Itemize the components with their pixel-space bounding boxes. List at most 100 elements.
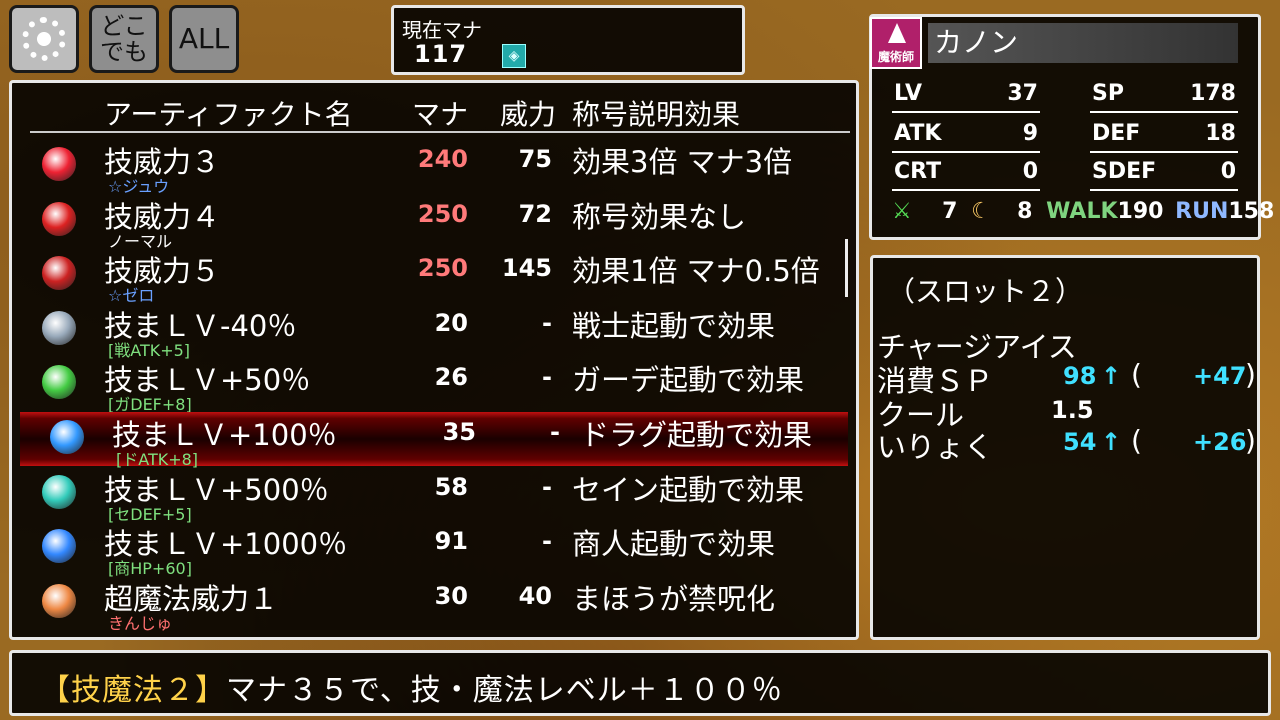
- artifact-power: -: [550, 418, 560, 446]
- artifact-effect: 商人起動で効果: [572, 527, 776, 562]
- artifact-power: -: [542, 527, 552, 556]
- artifact-power: -: [542, 472, 552, 501]
- anywhere-button[interactable]: どこでも: [89, 5, 159, 73]
- all-button[interactable]: ALL: [169, 5, 239, 73]
- artifact-power: -: [542, 363, 552, 392]
- artifact-list-panel: アーティファクト名 マナ 威力 称号説明効果 技威力３ ☆ジュウ 240 75 効果3倍…: [9, 80, 859, 640]
- artifact-power: 145: [501, 254, 552, 283]
- job-label: 魔術師: [877, 50, 914, 64]
- divider: [892, 151, 1040, 153]
- artifact-power: 72: [518, 199, 552, 228]
- artifact-mana: 240: [417, 145, 468, 173]
- header-divider: [30, 131, 850, 133]
- sp-cost-value: 98: [1063, 362, 1097, 390]
- run-label: RUN: [1175, 199, 1229, 224]
- artifact-effect: 称号効果なし: [572, 199, 747, 234]
- walk-label: WALK: [1046, 199, 1118, 224]
- cooldown-value: 1.5: [1051, 396, 1094, 424]
- sdef-value: 0: [1220, 159, 1236, 184]
- power-label: いりょく: [877, 430, 994, 464]
- blue-gem-ring-icon: [50, 420, 84, 454]
- divider: [1090, 111, 1238, 113]
- sp-value: 178: [1190, 81, 1236, 106]
- header-name: アーティファクト名: [104, 98, 353, 131]
- paren-close: ): [1245, 424, 1256, 457]
- artifact-mana: 250: [417, 199, 468, 228]
- gem-ring-icon: [42, 365, 76, 400]
- sdef-label: SDEF: [1092, 159, 1157, 184]
- header-power: 威力: [500, 98, 557, 131]
- description-body: マナ３５で、技・魔法レベル＋１００％: [226, 673, 783, 708]
- header-mana: マナ: [412, 98, 469, 131]
- mana-value: 117: [414, 40, 468, 68]
- sp-cost-row: 消費ＳＰ 98 ↑ ( +47 ): [877, 358, 1257, 398]
- atk-value: 9: [1022, 121, 1038, 146]
- gold-sapphire-ring-icon: [42, 529, 76, 564]
- artifact-effect: ドラグ起動で効果: [580, 418, 813, 452]
- crt-value: 0: [1022, 159, 1038, 184]
- settings-button[interactable]: [9, 5, 79, 73]
- up-arrow-icon: ↑: [1101, 362, 1122, 390]
- crt-label: CRT: [894, 159, 942, 184]
- power-value: 54: [1063, 428, 1097, 456]
- artifact-effect: 効果1倍 マナ0.5倍: [572, 254, 820, 289]
- anywhere-label: どこでも: [100, 11, 148, 66]
- header-effect: 称号説明効果: [572, 98, 741, 131]
- artifact-effect: 戦士起動で効果: [572, 308, 776, 343]
- artifact-power: 75: [518, 145, 552, 173]
- plant-monster-icon: [42, 147, 76, 181]
- artifact-effect: まほうが禁呪化: [572, 581, 776, 616]
- artifact-mana: 20: [434, 308, 468, 337]
- artifact-effect: セイン起動で効果: [572, 472, 805, 507]
- current-mana-panel: 現在マナ 117 ◈: [391, 5, 745, 75]
- sp-cost-diff: +47: [1193, 362, 1247, 390]
- magic-value: 8: [1017, 199, 1033, 224]
- power-diff: +26: [1193, 428, 1247, 456]
- walk-value: 190: [1117, 199, 1164, 224]
- divider: [1090, 151, 1238, 153]
- artifact-row[interactable]: 技威力４ ノーマル 250 72 称号効果なし: [12, 194, 852, 251]
- description-prefix: 【技魔法２】: [40, 673, 226, 708]
- divider: [892, 189, 1040, 191]
- character-stats-panel: 魔術師 カノン LV 37 SP 178 ATK 9 DEF 18 CRT 0 …: [869, 14, 1274, 240]
- artifact-row[interactable]: 技威力５ ☆ゼロ 250 145 効果1倍 マナ0.5倍: [12, 248, 852, 305]
- gold-gem-ring-icon: [42, 474, 76, 509]
- spellbook-icon: [42, 583, 76, 618]
- artifact-row[interactable]: 技威力３ ☆ジュウ 240 75 効果3倍 マナ3倍: [12, 139, 852, 196]
- slot-title: （スロット２）: [887, 275, 1084, 308]
- sword-icon: ⚔: [892, 199, 912, 224]
- artifact-effect: 効果3倍 マナ3倍: [572, 145, 793, 179]
- run-value: 158: [1228, 199, 1275, 224]
- skill-slot-panel: （スロット２） チャージアイス 消費ＳＰ 98 ↑ ( +47 ) クール 1.…: [870, 255, 1260, 640]
- artifact-power: 40: [518, 581, 552, 610]
- artifact-mana: 26: [434, 363, 468, 392]
- artifact-row[interactable]: 技まＬＶ+500％ [セDEF+5] 58- セイン起動で効果: [12, 467, 852, 524]
- up-arrow-icon: ↑: [1101, 428, 1122, 456]
- magic-icon: ☾: [971, 199, 991, 224]
- mana-crystal-icon: ◈: [502, 44, 526, 68]
- def-label: DEF: [1092, 121, 1141, 146]
- def-value: 18: [1205, 121, 1236, 146]
- job-badge: 魔術師: [870, 17, 922, 69]
- artifact-mana: 250: [417, 254, 468, 283]
- mage-icon: [888, 23, 906, 43]
- speed-row: ⚔ 7 ☾ 8 WALK190 RUN158: [892, 199, 1274, 224]
- divider: [1090, 189, 1238, 191]
- description-panel: 【技魔法２】マナ３５で、技・魔法レベル＋１００％: [9, 650, 1271, 716]
- plant-monster-icon: [42, 201, 76, 236]
- artifact-row[interactable]: 技まＬＶ-40％ [戦ATK+5] 20- 戦士起動で効果: [12, 303, 852, 360]
- power-row: いりょく 54 ↑ ( +26 ): [877, 424, 1257, 464]
- artifact-row[interactable]: 技まＬＶ+1000％ [商HP+60] 91- 商人起動で効果: [12, 521, 852, 578]
- artifact-row[interactable]: 技まＬＶ+50％ [ガDEF+8] 26- ガーデ起動で効果: [12, 357, 852, 414]
- lv-value: 37: [1007, 81, 1038, 106]
- sword-value: 7: [942, 199, 958, 224]
- artifact-row[interactable]: 技まＬＶ+100％ [ドATK+8] 35- ドラグ起動で効果: [20, 412, 848, 469]
- cooldown-row: クール 1.5: [877, 392, 1257, 432]
- lv-label: LV: [894, 81, 923, 106]
- artifact-row[interactable]: 超魔法威力１ きんじゅ 30 40 まほうが禁呪化: [12, 576, 852, 633]
- artifact-mana: 58: [434, 472, 468, 501]
- character-name: カノン: [928, 23, 1238, 63]
- paren-open: (: [1131, 424, 1142, 457]
- atk-label: ATK: [894, 121, 942, 146]
- ring-icon: [42, 310, 76, 345]
